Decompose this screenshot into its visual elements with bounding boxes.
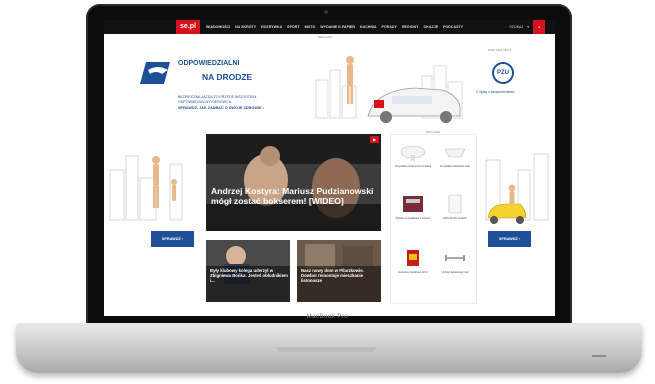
partner-subtitle: Z myślą o bezpieczeństwie [476,90,515,94]
main-article-title[interactable]: Andrzej Kostyra: Mariusz Pudzianowski mó… [211,186,376,206]
product-card[interactable]: Szafka umywalkowa z lustrem [393,193,433,220]
main-article[interactable]: ▶ Andrzej Kostyra: Mariusz Pudzianowski … [206,134,381,231]
search-link[interactable]: SZUKAJ [509,25,523,29]
product-label: Umywalka ceramiczna Cersanit [394,165,432,168]
user-icon[interactable]: ● [533,20,545,34]
left-check-button[interactable]: SPRAWDŹ › [151,231,194,247]
chevron-down-icon[interactable]: ▾ [527,25,529,29]
small-article-title[interactable]: Nasz nowy dom w Pilarzkowie. Dowbor remo… [301,268,379,284]
product-card[interactable]: Uchwyt łazienkowy stal [435,247,475,274]
banner-title-2: NA DRODZE [202,72,253,82]
nav-item[interactable]: REGIONY [402,25,419,29]
right-side-illustration [485,153,549,224]
laptop-indicator [592,355,606,357]
small-article-title[interactable]: Były klubowy kolega uderzył w Zbigniewa … [210,268,288,284]
banner-subtitle: BEZPIECZNA JAZDA TO PRZEDE WSZYSTKIM ODP… [178,95,257,104]
cabinet-icon [395,193,431,215]
ad-banner[interactable]: ODPOWIEDZIALNI NA DRODZE BEZPIECZNA JAZD… [104,40,555,126]
nav-item[interactable]: MOTO [305,25,316,29]
nav-item[interactable]: PODCASTY [443,25,463,29]
banner-title-1: ODPOWIEDZIALNI [178,60,240,67]
laptop-scene: se.pl WIADOMOŚCI NA SKRÓTY ROZRYWKA SPOR… [0,0,655,384]
extinguisher-icon [395,247,431,269]
product-label: Uchwyt łazienkowy stal [441,271,469,274]
product-label: Szafka umywalkowa z lustrem [395,217,431,220]
product-card[interactable]: Umywalka nablatowa Koło [435,141,475,168]
handle-icon [437,247,473,269]
widget-ad-tag: REKLAMA [426,130,441,134]
product-card[interactable]: Umywalka ceramiczna Cersanit [393,141,433,168]
nav-item[interactable]: SPORT [287,25,299,29]
nav-item[interactable]: WIADOMOŚCI [206,25,230,29]
nav-right: SZUKAJ ▾ ● [509,20,545,34]
banner-cta-link[interactable]: SPRAWDŹ, JAK ZADBAĆ O SWOJE ZDROWIE › [178,106,264,110]
nav-item[interactable]: OKAZJE [424,25,439,29]
laptop-brand: MacBook Pro [306,314,349,320]
left-side-illustration [109,155,183,221]
nav-item[interactable]: WYDANIE E-PAPIER [320,25,355,29]
camera-icon [324,10,328,14]
product-label: Zbiornik WC Geberit [443,217,467,220]
ad-tag: REKLAMA [318,35,333,39]
product-label: Umywalka nablatowa Koło [439,165,471,168]
nav-items: WIADOMOŚCI NA SKRÓTY ROZRYWKA SPORT MOTO… [206,25,463,29]
product-label: Gaśnica proszkowa GP-2 [398,271,428,274]
product-card[interactable]: Gaśnica proszkowa GP-2 [393,247,433,274]
right-check-button[interactable]: SPRAWDŹ › [488,231,531,247]
small-article[interactable]: Były klubowy kolega uderzył w Zbigniewa … [206,240,290,302]
product-widget: REKLAMA Umywalka ceramiczna Cersanit Umy… [390,130,477,304]
product-card[interactable]: Zbiornik WC Geberit [435,193,475,220]
sink-icon [395,141,431,163]
partner-logo[interactable]: PZU [492,62,514,84]
nav-item[interactable]: NA SKRÓTY [235,25,256,29]
video-badge-icon: ▶ [370,136,379,143]
top-navigation: se.pl WIADOMOŚCI NA SKRÓTY ROZRYWKA SPOR… [104,20,555,34]
partner-label: PARTNER AKCJI [488,48,512,52]
site-logo[interactable]: se.pl [176,20,200,34]
nav-item[interactable]: PORADY [382,25,397,29]
small-article[interactable]: Nasz nowy dom w Pilarzkowie. Dowbor remo… [297,240,381,302]
basin-icon [437,141,473,163]
banner-illustration [104,40,555,126]
tank-icon [437,193,473,215]
nav-item[interactable]: KUCHNIA [360,25,377,29]
main-article-image [206,134,381,231]
laptop-lid: se.pl WIADOMOŚCI NA SKRÓTY ROZRYWKA SPOR… [86,4,572,326]
laptop-notch [276,347,376,352]
nav-item[interactable]: ROZRYWKA [261,25,282,29]
laptop-screen: se.pl WIADOMOŚCI NA SKRÓTY ROZRYWKA SPOR… [104,20,555,316]
